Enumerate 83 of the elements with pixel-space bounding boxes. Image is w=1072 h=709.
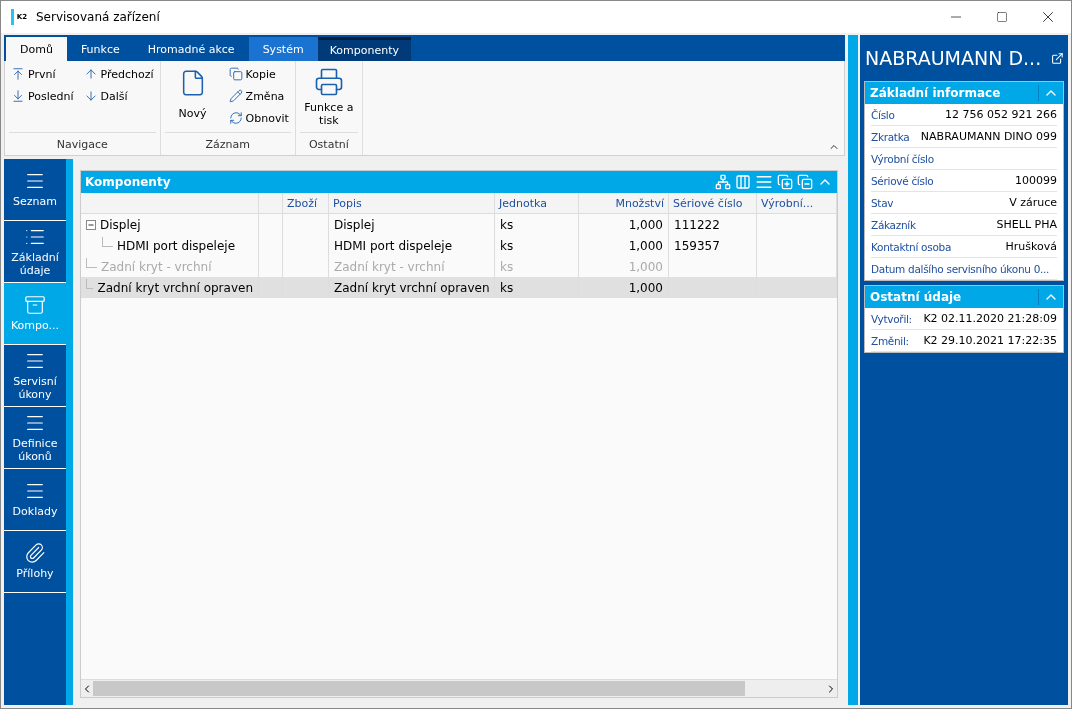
field-value: K2 29.10.2021 17:22:35	[923, 334, 1057, 347]
panel-title: Komponenty	[85, 175, 172, 189]
field-value: 12 756 052 921 266	[945, 108, 1057, 121]
table-cell: ks	[495, 235, 579, 256]
pencil-icon	[228, 89, 243, 103]
column-header[interactable]: Výrobní...	[757, 193, 837, 214]
tree-line	[86, 278, 94, 289]
ribbon-button[interactable]: Obnovit	[226, 107, 291, 129]
ribbon-button[interactable]: Funkce a tisk	[299, 63, 358, 132]
printer-icon	[313, 67, 344, 97]
table-cell: 1,000	[579, 214, 669, 235]
window-title: Servisovaná zařízení	[36, 10, 161, 24]
ribbon-button[interactable]: Předchozí	[81, 63, 156, 85]
column-header[interactable]: Sériové číslo	[669, 193, 757, 214]
external-link-icon[interactable]	[1051, 50, 1064, 66]
table-row[interactable]: HDMI port dispeleje HDMI port dispeleje ks 1,000 159357	[81, 235, 837, 256]
columns-icon[interactable]	[735, 174, 751, 190]
refresh-icon	[228, 111, 243, 125]
table-cell: HDMI port dispeleje	[329, 235, 495, 256]
table-cell: ks	[495, 277, 579, 298]
table-row[interactable]: Displej Displej ks 1,000 111222	[81, 214, 837, 235]
tree-cell: Zadní kryt vrchní opraven	[81, 277, 259, 298]
ribbon-tab[interactable]: Domů	[6, 37, 67, 61]
table-cell: 159357	[669, 235, 757, 256]
section-title: Základní informace	[870, 86, 1002, 100]
column-header[interactable]: Jednotka	[495, 193, 579, 214]
box-icon	[24, 294, 46, 317]
tree-line	[102, 236, 113, 247]
tree-cell: Displej	[81, 214, 259, 235]
ribbon-tab[interactable]: Systém	[248, 37, 318, 61]
tree-line	[86, 257, 97, 268]
field-label: Číslo	[871, 108, 895, 121]
ribbon-button[interactable]: Nový	[164, 63, 221, 132]
ribbon-button[interactable]: Změna	[226, 85, 291, 107]
field-label: Změnil:	[871, 334, 909, 347]
table-row[interactable]: Zadní kryt vrchní opraven Zadní kryt vrchní opraven ks 1,000	[81, 277, 837, 298]
paperclip-icon	[24, 542, 46, 565]
ribbon-tab[interactable]: Hromadné akce	[133, 37, 249, 61]
collapse-icon[interactable]	[86, 219, 96, 230]
field-label: Sériové číslo	[871, 174, 934, 187]
ribbon-tab[interactable]: Funkce	[66, 37, 134, 61]
field-value: K2 02.11.2020 21:28:09	[923, 312, 1057, 325]
arrow-down-to-line-icon	[11, 89, 25, 103]
field-value: Hrušková	[1005, 240, 1057, 253]
field-value: V záruce	[1009, 196, 1057, 209]
field-label: Výrobní číslo	[871, 152, 934, 165]
table-cell: 1,000	[579, 235, 669, 256]
table-cell: Displej	[329, 214, 495, 235]
group-label: Ostatní	[299, 132, 358, 155]
group-label: Záznam	[164, 132, 291, 155]
field-label: Zkratka	[871, 130, 910, 143]
section-title: Ostatní údaje	[870, 290, 963, 304]
maximize-icon[interactable]	[996, 11, 1008, 23]
column-header[interactable]: Zboží	[283, 193, 329, 214]
horizontal-scrollbar[interactable]	[81, 679, 837, 697]
expand-all-icon[interactable]	[777, 174, 793, 190]
collapse-all-icon[interactable]	[797, 174, 813, 190]
tree-icon[interactable]	[715, 174, 731, 190]
field-value: NABRAUMANN DINO 099	[920, 130, 1057, 143]
field-value: SHELL PHA	[996, 218, 1057, 231]
table-cell: 111222	[669, 214, 757, 235]
column-header[interactable]: Množství	[579, 193, 669, 214]
ribbon-button[interactable]: Další	[81, 85, 156, 107]
field-label: Datum dalšího servisního úkonu 0...	[871, 262, 1050, 275]
column-header[interactable]: Popis	[329, 193, 495, 214]
table-cell: Zadní kryt vrchní opraven	[329, 277, 495, 298]
arrow-up-to-line-icon	[11, 67, 25, 81]
list-icon[interactable]	[755, 173, 773, 191]
table-cell: 1,000	[579, 277, 669, 298]
ribbon-button[interactable]: Kopie	[226, 63, 291, 85]
tree-cell: HDMI port dispeleje	[81, 235, 259, 256]
ribbon-tab[interactable]: Komponenty	[317, 37, 412, 61]
copy-icon	[228, 67, 243, 81]
field-value: 100099	[1015, 174, 1057, 187]
field-label: Kontaktní osoba	[871, 240, 952, 253]
record-title: NABRAUMANN D...	[865, 47, 1042, 69]
ribbon-button[interactable]: První	[9, 63, 76, 85]
field-label: Vytvořil:	[871, 312, 912, 325]
field-label: Stav	[871, 196, 894, 209]
table-cell: ks	[495, 214, 579, 235]
group-label: Navigace	[9, 132, 156, 155]
ribbon-button[interactable]: Poslední	[9, 85, 76, 107]
field-label: Zákazník	[871, 218, 916, 231]
